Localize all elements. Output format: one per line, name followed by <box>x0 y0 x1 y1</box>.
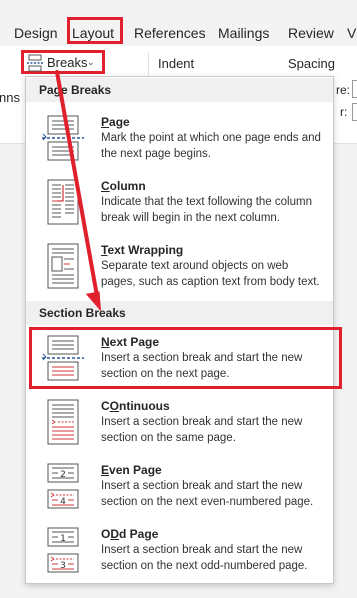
odd-page-title: ODd Page <box>101 527 159 541</box>
odd-page-section-break-icon: 1 3 <box>47 527 79 573</box>
menu-item-even-page-section-break[interactable]: 2 4 Even Page Insert a section break and… <box>26 459 333 521</box>
next-page-highlight-box <box>29 327 342 389</box>
layout-tab-highlight <box>67 17 123 44</box>
even-page-title: Even Page <box>101 463 162 477</box>
spacing-before-input-fragment[interactable] <box>352 80 357 98</box>
even-page-description: Insert a section break and start the new… <box>101 480 314 508</box>
menu-item-odd-page-section-break[interactable]: 1 3 ODd Page Insert a section break and … <box>26 523 333 585</box>
spacing-label: Spacing <box>288 56 335 71</box>
breaks-icon <box>27 54 43 72</box>
tab-review[interactable]: Review <box>288 24 334 42</box>
indent-label: Indent <box>158 56 195 71</box>
chevron-down-icon: ⌄ <box>87 57 95 67</box>
menu-item-page-break[interactable]: Page Mark the point at which one page en… <box>26 111 333 173</box>
page-break-description: Mark the point at which one page ends an… <box>101 132 321 160</box>
spacing-before-label-fragment: re: <box>336 83 351 97</box>
text-wrapping-break-description: Separate text around objects on web page… <box>101 260 320 288</box>
column-break-icon <box>47 179 79 225</box>
section-breaks-heading: Section Breaks <box>26 301 333 325</box>
columns-label-fragment: nns <box>0 90 20 105</box>
page-break-icon <box>42 115 84 161</box>
tab-design[interactable]: Design <box>14 24 58 42</box>
tab-mailings[interactable]: Mailings <box>218 24 269 42</box>
column-break-title: Column <box>101 179 146 193</box>
menu-item-continuous-section-break[interactable]: COntinuous Insert a section break and st… <box>26 395 333 457</box>
menu-item-text-wrapping-break[interactable]: Text Wrapping Separate text around objec… <box>26 239 333 301</box>
tab-references[interactable]: References <box>134 24 206 42</box>
continuous-title: COntinuous <box>101 399 170 413</box>
spacing-after-input-fragment[interactable] <box>352 103 357 121</box>
continuous-section-break-icon <box>47 399 79 445</box>
odd-page-description: Insert a section break and start the new… <box>101 544 308 572</box>
page-break-title: Page <box>101 115 130 129</box>
continuous-description: Insert a section break and start the new… <box>101 416 303 444</box>
breaks-button-label: Breaks <box>47 55 88 70</box>
breaks-button[interactable]: Breaks ⌄ <box>21 50 105 74</box>
ribbon-tab-bar: Design Layout References Mailings Review… <box>0 0 357 46</box>
column-break-description: Indicate that the text following the col… <box>101 196 312 224</box>
text-wrapping-break-title: Text Wrapping <box>101 243 184 257</box>
page-breaks-heading: Page Breaks <box>26 78 333 102</box>
spacing-after-label-fragment: r: <box>340 105 348 119</box>
menu-item-column-break[interactable]: Column Indicate that the text following … <box>26 175 333 237</box>
tab-view[interactable]: Vi <box>347 24 357 42</box>
even-page-section-break-icon: 2 4 <box>47 463 79 509</box>
text-wrapping-break-icon <box>47 243 79 289</box>
